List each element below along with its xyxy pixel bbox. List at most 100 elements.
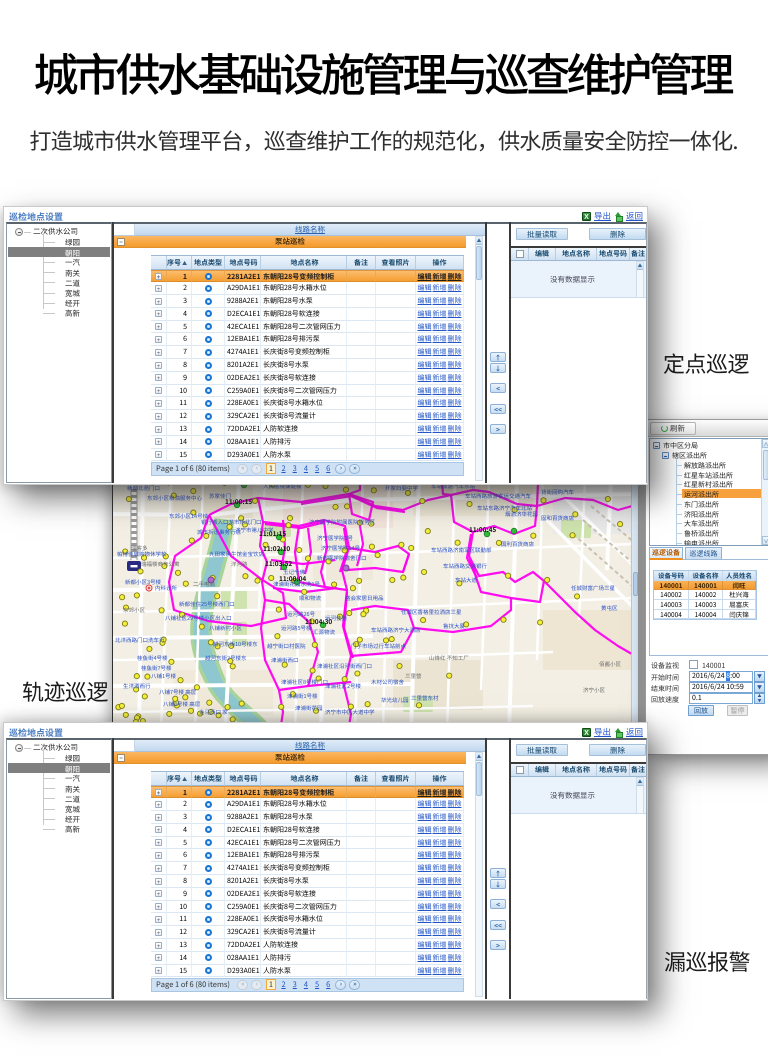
table-row[interactable]: +39288A2E1东朝阳28号水泵编辑新增删除 [151,811,464,824]
table-row[interactable]: +15D293A0E1人防水泵编辑新增删除 [151,449,464,462]
delete-link[interactable]: 删除 [448,347,462,357]
add-link[interactable]: 新增 [433,788,447,798]
move-down-button[interactable]: ↓ [490,879,506,889]
select-all-checkbox[interactable] [516,766,524,774]
delete-button[interactable]: 删除 [589,228,646,240]
add-link[interactable]: 新增 [433,398,447,408]
edit-link[interactable]: 编辑 [418,953,432,963]
header-ops[interactable]: 操作 [416,772,464,786]
add-link[interactable]: 新增 [433,953,447,963]
header-name[interactable]: 地点名称 [556,764,597,776]
tree-item[interactable]: 高新 [65,824,80,835]
add-link[interactable]: 新增 [433,322,447,332]
tree-item-selected[interactable]: 运河派出所 [682,489,761,498]
page-link[interactable]: 6 [326,979,330,990]
tree-item[interactable]: 济阳派出所 [684,510,719,520]
device-row[interactable]: 140001140001闫旺 [654,581,756,591]
tree-item[interactable]: 高新 [65,308,80,319]
header-seq[interactable]: 序号 ▲ [167,256,192,270]
page-first-button[interactable]: « [237,980,248,990]
panel-scrollbar[interactable]: ▲ [636,777,644,814]
table-row[interactable]: +12329CA2E1长庆街8号流量计编辑新增删除 [151,926,464,939]
row-expand-icon[interactable]: + [155,387,162,394]
table-row[interactable]: +11228EA0E1长庆街8号水箱水位编辑新增删除 [151,397,464,410]
add-link[interactable]: 新增 [433,347,447,357]
move-right-button[interactable]: > [490,940,506,950]
end-time-input[interactable]: 2016/6/24 10:59 [689,682,753,693]
row-expand-icon[interactable]: + [155,451,162,458]
row-expand-icon[interactable]: + [155,839,162,846]
table-row[interactable]: +12329CA2E1长庆街8号流量计编辑新增删除 [151,410,464,423]
row-expand-icon[interactable]: + [155,374,162,381]
grid-scrollbar[interactable]: ▲ [475,236,483,481]
start-time-dropdown[interactable]: ▼ [754,671,765,682]
delete-link[interactable]: 删除 [448,450,462,460]
add-link[interactable]: 新增 [433,309,447,319]
device-header-cell[interactable]: 设备名称 [689,571,723,581]
add-link[interactable]: 新增 [433,927,447,937]
header-name[interactable]: 地点名称 [261,772,347,786]
move-right-button[interactable]: > [490,424,506,434]
scroll-up-icon[interactable]: ▲ [476,237,482,245]
delete-link[interactable]: 删除 [448,812,462,822]
row-expand-icon[interactable]: + [155,954,162,961]
row-expand-icon[interactable]: + [155,438,162,445]
table-row[interactable]: +4D2ECA1E1东朝阳28号软连接编辑新增删除 [151,308,464,321]
header-code[interactable]: 地点号码 [225,772,261,786]
header-name[interactable]: 地点名称 [261,256,347,270]
edit-link[interactable]: 编辑 [418,360,432,370]
add-link[interactable]: 新增 [433,889,447,899]
header-code[interactable]: 地点号码 [597,764,630,776]
delete-link[interactable]: 删除 [448,283,462,293]
scroll-up-icon[interactable]: ▲ [476,753,482,761]
page-link[interactable]: 4 [304,979,308,990]
tree-collapse-icon[interactable] [653,442,660,449]
edit-link[interactable]: 编辑 [418,309,432,319]
edit-link[interactable]: 编辑 [418,334,432,344]
page-next-button[interactable]: › [335,464,346,474]
device-header-cell[interactable]: 设备号码 [654,571,689,581]
device-header-cell[interactable]: 人员姓名 [723,571,756,581]
row-expand-icon[interactable]: + [155,273,162,280]
tree-collapse-icon[interactable] [662,452,669,459]
edit-link[interactable]: 编辑 [418,373,432,383]
row-expand-icon[interactable]: + [155,865,162,872]
tree-sub-node[interactable]: 辖区派出所 [672,451,707,461]
table-row[interactable]: +10C259A0E1长庆街8号二次管网压力编辑新增删除 [151,385,464,398]
delete-button[interactable]: 删除 [589,744,646,756]
add-link[interactable]: 新增 [433,360,447,370]
edit-link[interactable]: 编辑 [418,889,432,899]
move-left-button[interactable]: < [490,383,506,393]
collapse-group-icon[interactable]: – [117,238,125,246]
header-type[interactable]: 地点类型 [192,256,225,270]
table-row[interactable]: +542ECA1E1东朝阳28号二次管网压力编辑新增删除 [151,321,464,334]
delete-link[interactable]: 删除 [448,876,462,886]
header-photo[interactable]: 查看照片 [376,256,416,270]
table-row[interactable]: +15D293A0E1人防水泵编辑新增删除 [151,965,464,978]
edit-link[interactable]: 编辑 [418,914,432,924]
edit-link[interactable]: 编辑 [418,283,432,293]
move-left-button[interactable]: < [490,899,506,909]
add-link[interactable]: 新增 [433,334,447,344]
header-note[interactable]: 备注 [630,764,646,776]
delete-link[interactable]: 删除 [448,850,462,860]
page-next-button[interactable]: › [335,980,346,990]
tree-scrollbar[interactable]: ∧∨ [761,439,768,545]
row-expand-icon[interactable]: + [155,903,162,910]
table-row[interactable]: +612EBA1E1东朝阳28号排污泵编辑新增删除 [151,333,464,346]
end-time-dropdown[interactable]: ▼ [754,682,765,693]
play-button[interactable]: 回放 [688,705,714,716]
row-expand-icon[interactable]: + [155,336,162,343]
add-link[interactable]: 新增 [433,386,447,396]
move-up-button[interactable]: ↑ [490,352,506,362]
pause-button[interactable]: 暂停 [727,705,748,716]
add-link[interactable]: 新增 [433,902,447,912]
row-expand-icon[interactable]: + [155,826,162,833]
scroll-up-icon[interactable]: ▲ [637,778,643,786]
tree-item-selected[interactable]: 朝阳 [8,247,110,257]
table-row[interactable]: +14028AA1E1人防排污编辑新增删除 [151,436,464,449]
header-code[interactable]: 地点号码 [225,256,261,270]
tree-root[interactable]: 市中区分局 [663,441,698,451]
page-link[interactable]: 6 [326,463,330,474]
delete-link[interactable]: 删除 [448,825,462,835]
